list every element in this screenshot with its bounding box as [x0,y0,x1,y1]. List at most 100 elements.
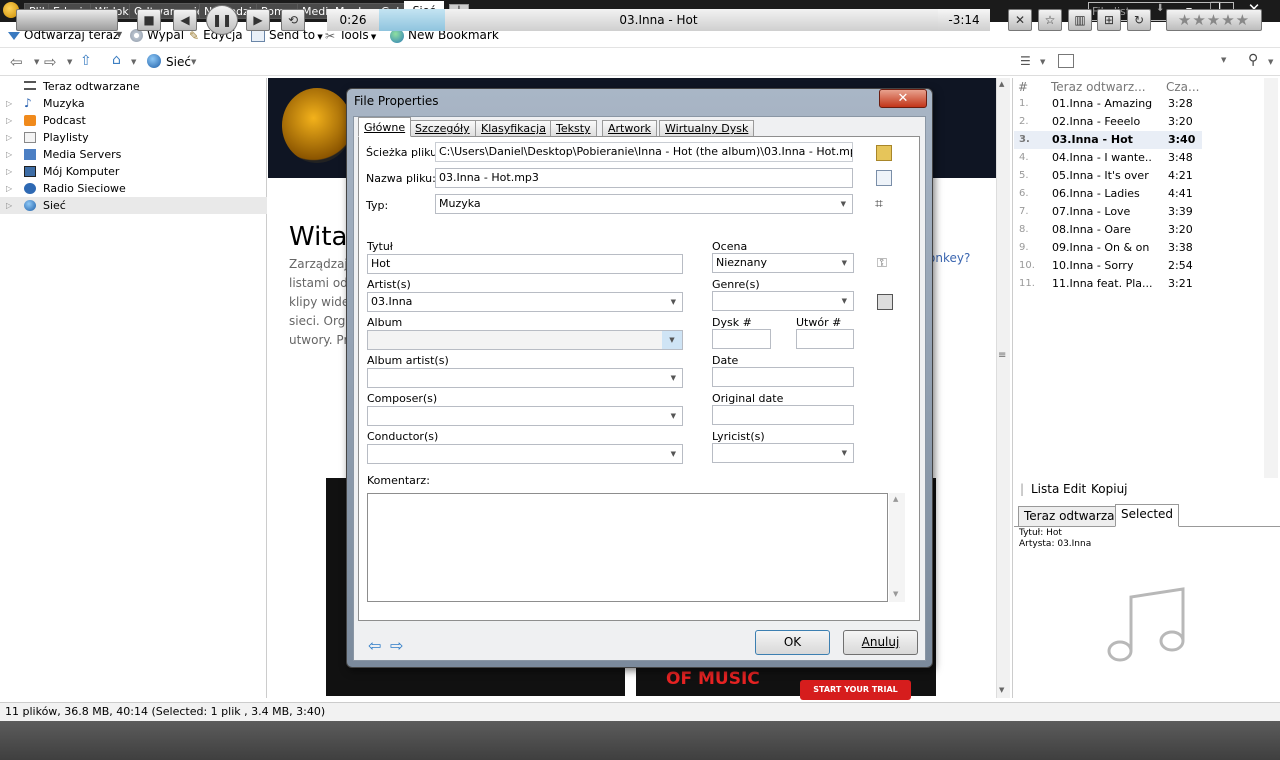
list-item[interactable]: 4. 04.Inna - I wante... 3:48 [1014,149,1202,167]
tree-item-internet-radio[interactable]: ▷ Radio Sieciowe [0,180,267,197]
list-view-icon[interactable]: ☰ [1020,54,1031,68]
chevron-down-icon[interactable]: ▼ [131,58,136,66]
filename-field[interactable]: 03.Inna - Hot.mp3 [435,168,853,188]
lock-icon[interactable]: ⚿ [877,256,893,272]
equalizer-visualizer[interactable] [16,9,118,31]
expand-arrow-icon[interactable]: ▷ [6,146,12,163]
tree-item-media-servers[interactable]: ▷ Media Servers [0,146,267,163]
chevron-down-icon[interactable]: ▼ [1040,58,1045,66]
expand-arrow-icon[interactable]: ▷ [6,163,12,180]
tag-icon[interactable]: ⌗ [875,196,891,212]
list-item[interactable]: 1. 01.Inna - Amazing 3:28 [1014,95,1202,113]
disc-field[interactable] [712,329,771,349]
comment-scrollbar[interactable]: ▲ ▼ [889,493,905,602]
calculator-icon[interactable] [877,294,893,310]
expand-arrow-icon[interactable]: ▷ [6,129,12,146]
tab-klasyfikacja[interactable]: Klasyfikacja [475,120,552,137]
tree-item-playlists[interactable]: ▷ Playlisty [0,129,267,146]
lyricist-select[interactable]: ▼ [712,443,854,463]
artists-select[interactable]: 03.Inna ▼ [367,292,683,312]
ok-button[interactable]: OK [755,630,830,655]
rating-select[interactable]: Nieznany ▼ [712,253,854,273]
previous-button[interactable]: ◀ [173,9,197,31]
list-item[interactable]: 7. 07.Inna - Love 3:39 [1014,203,1202,221]
next-file-arrow-icon[interactable]: ⇨ [390,636,403,655]
date-field[interactable] [712,367,854,387]
column-duration[interactable]: Cza... [1166,80,1199,94]
genre-select[interactable]: ▼ [712,291,854,311]
expand-arrow-icon[interactable]: ▷ [6,180,12,197]
mediamonkey-link[interactable]: onkey? [928,251,970,265]
list-item[interactable]: 2. 02.Inna - Feeelo 3:20 [1014,113,1202,131]
original-date-field[interactable] [712,405,854,425]
conductor-select[interactable]: ▼ [367,444,683,464]
folder-icon[interactable] [876,145,892,161]
now-playing-scrollbar[interactable] [1264,78,1278,478]
list-item[interactable]: 6. 06.Inna - Ladies 4:41 [1014,185,1202,203]
visualization-button[interactable]: ▥ [1068,9,1092,31]
album-artist-select[interactable]: ▼ [367,368,683,388]
tree-item-now-playing[interactable]: Teraz odtwarzane [0,78,267,95]
home-icon[interactable]: ⌂ [112,52,121,68]
favorite-button[interactable]: ☆ [1038,9,1062,31]
expand-arrow-icon[interactable]: ▷ [6,112,12,129]
refresh-button[interactable]: ↻ [1127,9,1151,31]
tab-teksty[interactable]: Teksty [550,120,597,137]
pause-button[interactable]: ❚❚ [206,5,238,35]
center-scrollbar[interactable] [996,78,1010,698]
tree-item-my-computer[interactable]: ▷ Mój Komputer [0,163,267,180]
track-number-field[interactable] [796,329,854,349]
expand-arrow-icon[interactable]: ▷ [6,197,12,214]
splitter-handle-icon[interactable]: ≡ [998,350,1006,361]
up-folder-icon[interactable]: ⇧ [80,53,92,69]
scroll-down-arrow-icon[interactable]: ▼ [893,590,898,598]
title-field[interactable]: Hot [367,254,683,274]
list-button[interactable]: Lista [1031,482,1059,496]
scroll-down-arrow-icon[interactable]: ▼ [999,686,1004,694]
forward-arrow-icon[interactable]: ⇨ [44,53,57,71]
composer-select[interactable]: ▼ [367,406,683,426]
location-label[interactable]: Sieć [166,55,191,69]
chevron-down-icon[interactable]: ▼ [191,58,196,66]
list-item-current[interactable]: 3. 03.Inna - Hot 3:40 [1014,131,1202,149]
chevron-down-icon[interactable]: ▼ [67,58,72,66]
previous-file-arrow-icon[interactable]: ⇦ [368,636,381,655]
stop-button[interactable]: ■ [137,9,161,31]
rename-file-icon[interactable] [876,170,892,186]
next-button[interactable]: ▶ [246,9,270,31]
expand-arrow-icon[interactable]: ▷ [6,95,12,112]
chevron-down-icon[interactable]: ▼ [1268,58,1273,66]
column-title[interactable]: Teraz odtwarz... [1051,80,1146,94]
tree-item-network[interactable]: ▷ Sieć [0,197,267,214]
tab-glowne[interactable]: Główne [358,117,412,137]
tab-selected[interactable]: Selected [1115,504,1180,527]
tab-szczegoly[interactable]: Szczegóły [409,120,476,137]
shuffle-button[interactable]: ✕ [1008,9,1032,31]
type-select[interactable]: Muzyka ▼ [435,194,853,214]
add-to-playlist-button[interactable]: ⊞ [1097,9,1121,31]
search-icon[interactable]: ⚲ [1248,52,1258,68]
album-select[interactable]: ▼ [367,330,683,350]
scroll-up-arrow-icon[interactable]: ▲ [999,80,1004,88]
list-item[interactable]: 5. 05.Inna - It's over 4:21 [1014,167,1202,185]
dialog-close-button[interactable]: ✕ [879,89,927,108]
list-item[interactable]: 11. 11.Inna feat. Pla... 3:21 [1014,275,1202,293]
start-trial-button[interactable]: START YOUR TRIAL [800,680,911,700]
tab-wirtualny-dysk[interactable]: Wirtualny Dysk [659,120,755,137]
tab-artwork[interactable]: Artwork [602,120,657,137]
chevron-down-icon[interactable]: ▼ [1221,56,1226,64]
columns-icon[interactable] [1058,54,1074,68]
repeat-button[interactable]: ⟲ [281,9,305,31]
list-item[interactable]: 9. 09.Inna - On & on 3:38 [1014,239,1202,257]
comment-textarea[interactable] [367,493,888,602]
list-item[interactable]: 10. 10.Inna - Sorry 2:54 [1014,257,1202,275]
copy-button[interactable]: Kopiuj [1091,482,1128,496]
list-item[interactable]: 8. 08.Inna - Oare 3:20 [1014,221,1202,239]
scroll-up-arrow-icon[interactable]: ▲ [893,495,898,503]
edit-list-button[interactable]: Edit [1063,482,1086,496]
column-number[interactable]: # [1018,80,1028,94]
cancel-button[interactable]: Anuluj [843,630,918,655]
chevron-down-icon[interactable]: ▼ [34,58,39,66]
path-field[interactable]: C:\Users\Daniel\Desktop\Pobieranie\Inna … [435,142,853,162]
tree-item-podcast[interactable]: ▷ Podcast [0,112,267,129]
